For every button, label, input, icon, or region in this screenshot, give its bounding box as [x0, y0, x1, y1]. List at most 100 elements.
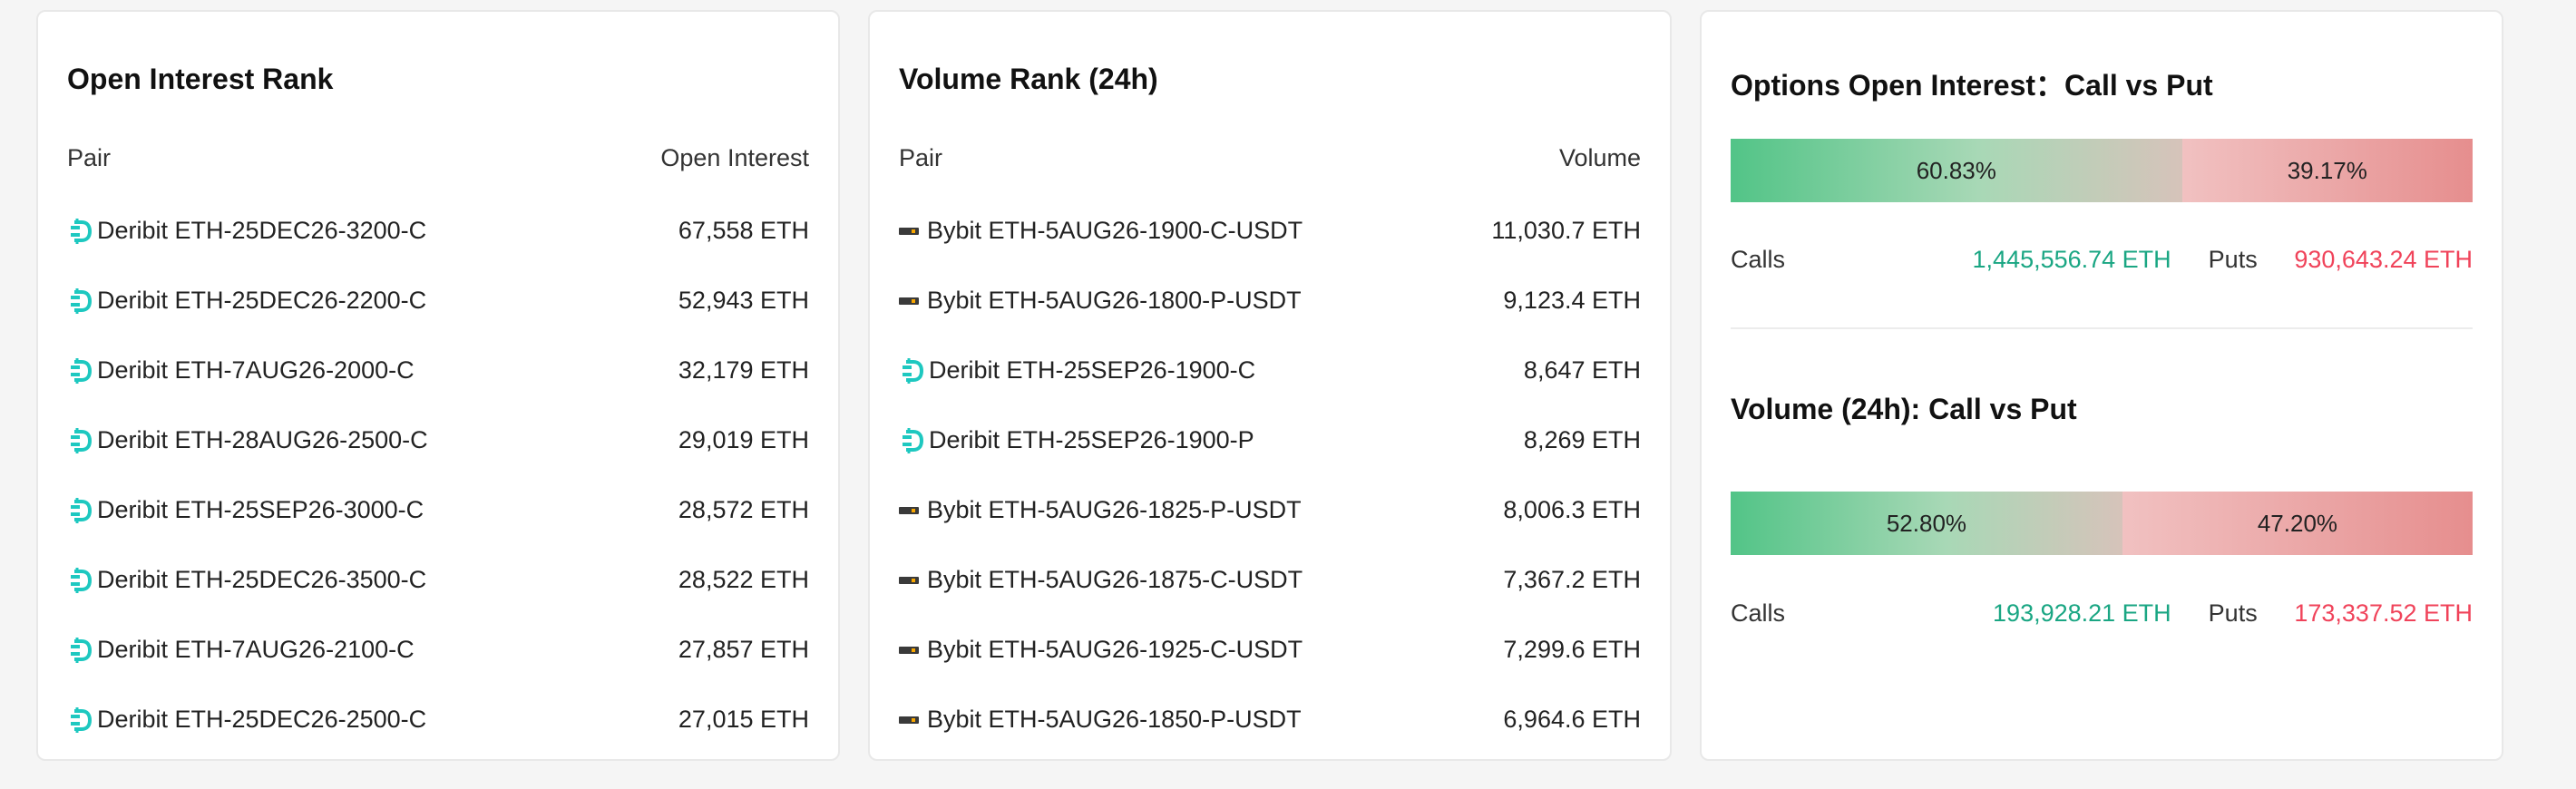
pair-label: Bybit ETH-5AUG26-1825-P-USDT [927, 496, 1302, 523]
open-interest-row[interactable]: Deribit ETH-25DEC26-2200-C 52,943 ETH [67, 266, 809, 336]
volume-row[interactable]: Bybit ETH-5AUG26-1925-C-USDT 7,299.6 ETH [899, 615, 1641, 685]
volume-value: 7,299.6 ETH [1503, 636, 1641, 663]
volume-row[interactable]: Bybit ETH-5AUG26-1900-C-USDT 11,030.7 ETH [899, 196, 1641, 266]
bybit-icon [899, 576, 919, 584]
volume-rows: Bybit ETH-5AUG26-1900-C-USDT 11,030.7 ETH… [899, 196, 1641, 755]
open-interest-row[interactable]: Deribit ETH-25DEC26-2500-C 27,015 ETH [67, 685, 809, 755]
open-interest-rows: Deribit ETH-25DEC26-3200-C 67,558 ETH Deri… [67, 196, 809, 755]
pair-cell: Deribit ETH-7AUG26-2000-C [67, 356, 415, 385]
open-interest-value: 28,572 ETH [678, 496, 809, 523]
pair-label: Bybit ETH-5AUG26-1875-C-USDT [927, 566, 1303, 593]
volume-value: 8,006.3 ETH [1503, 496, 1641, 523]
oi-call-put-ratio-bar: 60.83% 39.17% [1731, 139, 2473, 202]
oi-call-vs-put-title: Options Open Interest：Call vs Put [1731, 69, 2213, 102]
call-vs-put-card: Options Open Interest：Call vs Put 60.83%… [1700, 10, 2503, 761]
oi-put-segment: 39.17% [2181, 139, 2473, 202]
pair-cell: Deribit ETH-25DEC26-3500-C [67, 566, 426, 594]
open-interest-value: 67,558 ETH [678, 217, 809, 244]
oi-call-segment: 60.83% [1731, 139, 2182, 202]
pair-label: Deribit ETH-7AUG26-2000-C [97, 356, 415, 384]
volume-table-header: Pair Volume [899, 144, 1641, 172]
open-interest-value: 32,179 ETH [678, 356, 809, 384]
pair-cell: Bybit ETH-5AUG26-1850-P-USDT [899, 706, 1302, 734]
open-interest-row[interactable]: Deribit ETH-25SEP26-3000-C 28,572 ETH [67, 475, 809, 545]
pair-cell: Bybit ETH-5AUG26-1825-P-USDT [899, 496, 1302, 524]
options-dashboard: Open Interest Rank Pair Open Interest De… [0, 0, 2576, 789]
oi-calls-label: Calls [1731, 246, 1786, 273]
pair-label: Deribit ETH-25SEP26-3000-C [97, 496, 424, 523]
pair-label: Bybit ETH-5AUG26-1850-P-USDT [927, 706, 1302, 733]
open-interest-row[interactable]: Deribit ETH-7AUG26-2000-C 32,179 ETH [67, 336, 809, 405]
deribit-icon [67, 637, 94, 664]
pair-label: Deribit ETH-25SEP26-1900-P [929, 426, 1254, 453]
pair-label: Deribit ETH-25DEC26-3200-C [97, 217, 427, 244]
pair-cell: Bybit ETH-5AUG26-1925-C-USDT [899, 636, 1303, 664]
open-interest-value: 28,522 ETH [678, 566, 809, 593]
open-interest-row[interactable]: Deribit ETH-28AUG26-2500-C 29,019 ETH [67, 405, 809, 475]
volume-row[interactable]: Deribit ETH-25SEP26-1900-P 8,269 ETH [899, 405, 1641, 475]
volume-calls-value: 193,928.21 ETH [1993, 599, 2171, 627]
pair-cell: Bybit ETH-5AUG26-1900-C-USDT [899, 217, 1303, 245]
volume-row[interactable]: Bybit ETH-5AUG26-1850-P-USDT 6,964.6 ETH [899, 685, 1641, 755]
volume-call-put-stats: Calls 193,928.21 ETH Puts 173,337.52 ETH [1731, 599, 2473, 628]
oi-call-percent: 60.83% [1916, 156, 1996, 184]
open-interest-row[interactable]: Deribit ETH-7AUG26-2100-C 27,857 ETH [67, 615, 809, 685]
open-interest-row[interactable]: Deribit ETH-25DEC26-3500-C 28,522 ETH [67, 545, 809, 615]
open-interest-value: 52,943 ETH [678, 287, 809, 314]
pair-label: Deribit ETH-25DEC26-3500-C [97, 566, 427, 593]
deribit-icon [67, 706, 94, 734]
pair-cell: Deribit ETH-25SEP26-3000-C [67, 496, 424, 524]
volume-put-segment: 47.20% [2122, 492, 2473, 555]
open-interest-value: 29,019 ETH [678, 426, 809, 453]
pair-cell: Deribit ETH-25SEP26-1900-P [899, 426, 1254, 454]
oi-puts-label: Puts [2208, 246, 2258, 273]
bybit-icon [899, 506, 919, 514]
deribit-icon [67, 427, 94, 454]
open-interest-rank-card: Open Interest Rank Pair Open Interest De… [36, 10, 840, 761]
volume-value: 8,269 ETH [1523, 426, 1641, 453]
pair-label: Bybit ETH-5AUG26-1925-C-USDT [927, 636, 1303, 663]
oi-put-percent: 39.17% [2287, 156, 2367, 184]
volume-rank-title: Volume Rank (24h) [899, 63, 1158, 95]
volume-value: 11,030.7 ETH [1491, 217, 1641, 244]
section-divider [1731, 327, 2473, 329]
volume-row[interactable]: Deribit ETH-25SEP26-1900-C 8,647 ETH [899, 336, 1641, 405]
volume-puts-value: 173,337.52 ETH [2294, 599, 2473, 627]
bybit-icon [899, 646, 919, 654]
open-interest-rank-title: Open Interest Rank [67, 63, 334, 95]
deribit-icon [67, 357, 94, 385]
pair-cell: Deribit ETH-7AUG26-2100-C [67, 636, 415, 664]
volume-value: 8,647 ETH [1523, 356, 1641, 384]
volume-row[interactable]: Bybit ETH-5AUG26-1875-C-USDT 7,367.2 ETH [899, 545, 1641, 615]
pair-label: Deribit ETH-25DEC26-2500-C [97, 706, 427, 733]
pair-label: Deribit ETH-7AUG26-2100-C [97, 636, 415, 663]
pair-cell: Deribit ETH-28AUG26-2500-C [67, 426, 428, 454]
oi-calls-value: 1,445,556.74 ETH [1972, 246, 2171, 273]
pair-label: Bybit ETH-5AUG26-1800-P-USDT [927, 287, 1302, 314]
open-interest-value: 27,015 ETH [678, 706, 809, 733]
volume-call-vs-put-title: Volume (24h): Call vs Put [1731, 393, 2077, 425]
bybit-icon [899, 297, 919, 305]
open-interest-row[interactable]: Deribit ETH-25DEC26-3200-C 67,558 ETH [67, 196, 809, 266]
deribit-icon [899, 427, 926, 454]
open-interest-value: 27,857 ETH [678, 636, 809, 663]
pair-label: Deribit ETH-25SEP26-1900-C [929, 356, 1256, 384]
volume-row[interactable]: Bybit ETH-5AUG26-1825-P-USDT 8,006.3 ETH [899, 475, 1641, 545]
pair-column-header: Pair [67, 144, 112, 171]
pair-column-header: Pair [899, 144, 943, 171]
open-interest-table-header: Pair Open Interest [67, 144, 809, 172]
volume-call-put-ratio-bar: 52.80% 47.20% [1731, 492, 2473, 555]
volume-row[interactable]: Bybit ETH-5AUG26-1800-P-USDT 9,123.4 ETH [899, 266, 1641, 336]
deribit-icon [67, 218, 94, 245]
pair-label: Deribit ETH-25DEC26-2200-C [97, 287, 427, 314]
pair-cell: Bybit ETH-5AUG26-1800-P-USDT [899, 287, 1302, 315]
pair-label: Bybit ETH-5AUG26-1900-C-USDT [927, 217, 1303, 244]
deribit-icon [899, 357, 926, 385]
pair-cell: Deribit ETH-25DEC26-2200-C [67, 287, 426, 315]
oi-puts-value: 930,643.24 ETH [2294, 246, 2473, 273]
volume-call-segment: 52.80% [1731, 492, 2122, 555]
volume-column-header: Volume [1558, 144, 1641, 171]
pair-cell: Deribit ETH-25DEC26-3200-C [67, 217, 426, 245]
bybit-icon [899, 227, 919, 235]
deribit-icon [67, 287, 94, 315]
